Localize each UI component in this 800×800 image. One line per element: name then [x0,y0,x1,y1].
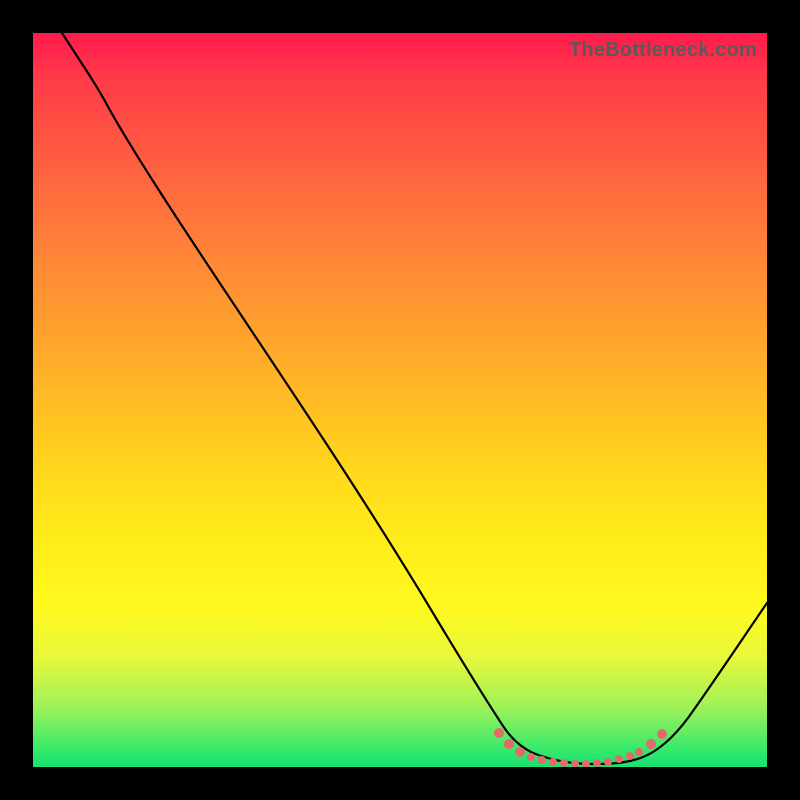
highlight-dots [494,728,667,767]
curve-path [62,33,767,764]
watermark-text: TheBottleneck.com [569,39,757,62]
chart-frame: TheBottleneck.com [0,0,800,800]
bottleneck-curve [33,33,767,767]
plot-area: TheBottleneck.com [33,33,767,767]
